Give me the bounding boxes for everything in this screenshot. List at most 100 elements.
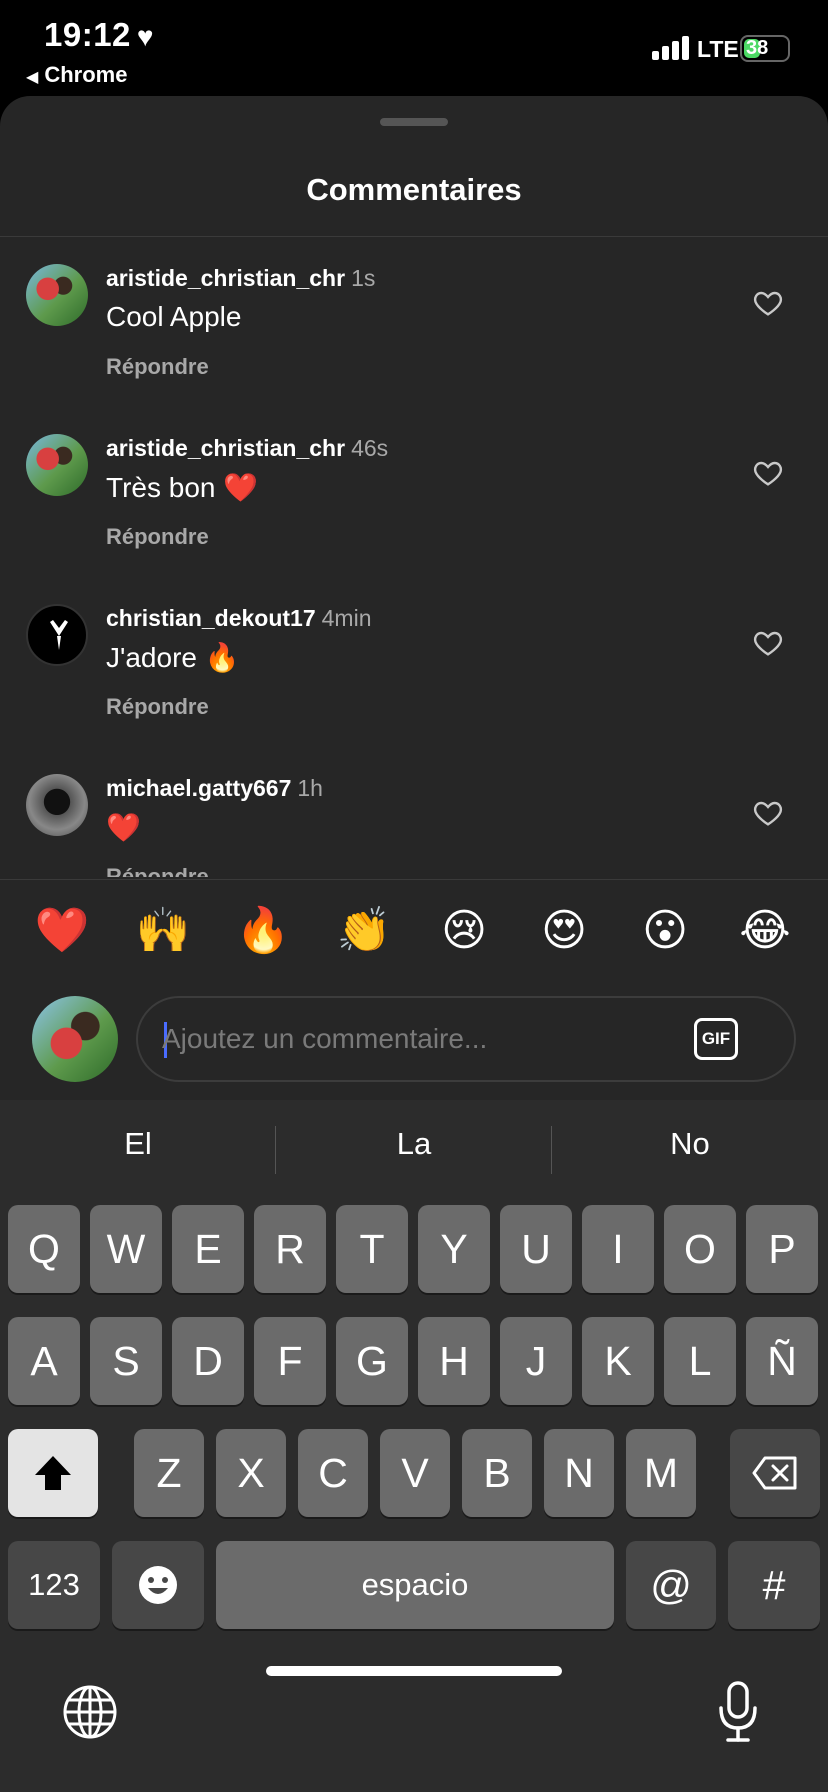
key-i[interactable]: I: [582, 1205, 654, 1293]
key-p[interactable]: P: [746, 1205, 818, 1293]
heart-like-icon[interactable]: [752, 797, 784, 829]
reply-button[interactable]: Répondre: [106, 354, 209, 380]
comment-item: michael.gatty667 1h ❤️ Répondre: [0, 747, 828, 877]
sheet-grabber[interactable]: [380, 118, 448, 126]
avatar[interactable]: [26, 774, 88, 836]
emoji-surprised-button[interactable]: 😮: [635, 896, 695, 966]
key-b[interactable]: B: [462, 1429, 532, 1517]
comment-header: aristide_christian_chr 1s: [106, 265, 375, 292]
key-f[interactable]: F: [254, 1317, 326, 1405]
cellular-signal-icon: [652, 36, 692, 60]
key-r[interactable]: R: [254, 1205, 326, 1293]
suggestion-bar: El La No: [0, 1100, 828, 1190]
comment-time: 1s: [351, 265, 376, 291]
hash-key[interactable]: #: [728, 1541, 820, 1629]
suggestion-item[interactable]: No: [552, 1126, 828, 1162]
key-m[interactable]: M: [626, 1429, 696, 1517]
emoji-fire-button[interactable]: 🔥: [233, 896, 293, 966]
numbers-key[interactable]: 123: [8, 1541, 100, 1629]
reply-button[interactable]: Répondre: [106, 864, 209, 877]
comment-item: aristide_christian_chr 46s Très bon ❤️ Ré…: [0, 407, 828, 577]
emoji-raised-hands-button[interactable]: 🙌: [133, 896, 193, 966]
heart-like-icon[interactable]: [752, 287, 784, 319]
comment-input[interactable]: [162, 998, 662, 1080]
key-s[interactable]: S: [90, 1317, 162, 1405]
comment-username[interactable]: aristide_christian_chr: [106, 435, 345, 461]
comment-header: christian_dekout17 4min: [106, 605, 372, 632]
comment-time: 1h: [297, 775, 323, 801]
key-z[interactable]: Z: [134, 1429, 204, 1517]
status-time: 19:12 ♥: [44, 16, 154, 54]
comment-username[interactable]: christian_dekout17: [106, 605, 316, 631]
shift-key[interactable]: [8, 1429, 98, 1517]
emoji-crying-button[interactable]: 😢: [434, 896, 494, 966]
sheet-title: Commentaires: [306, 172, 522, 207]
keyboard: El La No Q W E R T Y U I O P A S D F G H…: [0, 1100, 828, 1792]
battery-percent: 38: [746, 37, 769, 59]
emoji-clap-button[interactable]: 👏: [334, 896, 394, 966]
comment-username[interactable]: aristide_christian_chr: [106, 265, 345, 291]
suggestion-item[interactable]: La: [276, 1126, 552, 1162]
heart-like-icon[interactable]: [752, 627, 784, 659]
comment-text: ❤️: [106, 812, 141, 843]
composer-avatar: [32, 996, 118, 1082]
back-triangle-icon: ◀: [26, 69, 39, 86]
home-indicator[interactable]: [266, 1666, 562, 1676]
key-w[interactable]: W: [90, 1205, 162, 1293]
comment-input-box[interactable]: GIF: [136, 996, 796, 1082]
key-v[interactable]: V: [380, 1429, 450, 1517]
emoji-laughing-button[interactable]: 😂: [735, 896, 795, 966]
emoji-keyboard-key[interactable]: [112, 1541, 204, 1629]
key-n-tilde[interactable]: Ñ: [746, 1317, 818, 1405]
suit-avatar-icon: [50, 620, 68, 650]
key-h[interactable]: H: [418, 1317, 490, 1405]
key-x[interactable]: X: [216, 1429, 286, 1517]
heart-icon: ♥: [136, 21, 155, 52]
back-app-label: Chrome: [44, 62, 128, 87]
key-l[interactable]: L: [664, 1317, 736, 1405]
comments-sheet: Commentaires aristide_christian_chr 1s Co…: [0, 96, 828, 1100]
backspace-icon: [752, 1456, 797, 1490]
comment-text: J'adore 🔥: [106, 642, 240, 673]
comment-item: christian_dekout17 4min J'adore 🔥 Répondr…: [0, 577, 828, 747]
key-a[interactable]: A: [8, 1317, 80, 1405]
comments-list[interactable]: aristide_christian_chr 1s Cool Apple Répo…: [0, 237, 828, 877]
comment-time: 46s: [351, 435, 389, 461]
reply-button[interactable]: Répondre: [106, 524, 209, 550]
key-j[interactable]: J: [500, 1317, 572, 1405]
shift-arrow-icon: [35, 1456, 71, 1490]
comment-text: Cool Apple: [106, 301, 242, 332]
space-key[interactable]: espacio: [216, 1541, 614, 1629]
at-key[interactable]: @: [626, 1541, 716, 1629]
avatar[interactable]: [26, 264, 88, 326]
key-e[interactable]: E: [172, 1205, 244, 1293]
key-d[interactable]: D: [172, 1317, 244, 1405]
emoji-heart-eyes-button[interactable]: 😍: [534, 896, 594, 966]
emoji-heart-button[interactable]: ❤️: [32, 896, 92, 966]
avatar[interactable]: [26, 434, 88, 496]
key-g[interactable]: G: [336, 1317, 408, 1405]
clock: 19:12: [44, 16, 131, 53]
avatar[interactable]: [26, 604, 88, 666]
key-u[interactable]: U: [500, 1205, 572, 1293]
key-n[interactable]: N: [544, 1429, 614, 1517]
key-t[interactable]: T: [336, 1205, 408, 1293]
backspace-key[interactable]: [730, 1429, 820, 1517]
microphone-icon[interactable]: [716, 1680, 760, 1744]
key-c[interactable]: C: [298, 1429, 368, 1517]
globe-icon[interactable]: [62, 1684, 118, 1740]
reply-button[interactable]: Répondre: [106, 694, 209, 720]
gif-button[interactable]: GIF: [694, 1018, 738, 1060]
comment-username[interactable]: michael.gatty667: [106, 775, 291, 801]
key-k[interactable]: K: [582, 1317, 654, 1405]
battery-icon: 38: [740, 35, 790, 62]
divider: [0, 879, 828, 880]
key-y[interactable]: Y: [418, 1205, 490, 1293]
emoji-face-icon: [139, 1566, 177, 1604]
suggestion-item[interactable]: El: [0, 1126, 276, 1162]
back-to-app-link[interactable]: ◀ Chrome: [26, 62, 127, 88]
heart-like-icon[interactable]: [752, 457, 784, 489]
comment-header: aristide_christian_chr 46s: [106, 435, 388, 462]
key-q[interactable]: Q: [8, 1205, 80, 1293]
key-o[interactable]: O: [664, 1205, 736, 1293]
